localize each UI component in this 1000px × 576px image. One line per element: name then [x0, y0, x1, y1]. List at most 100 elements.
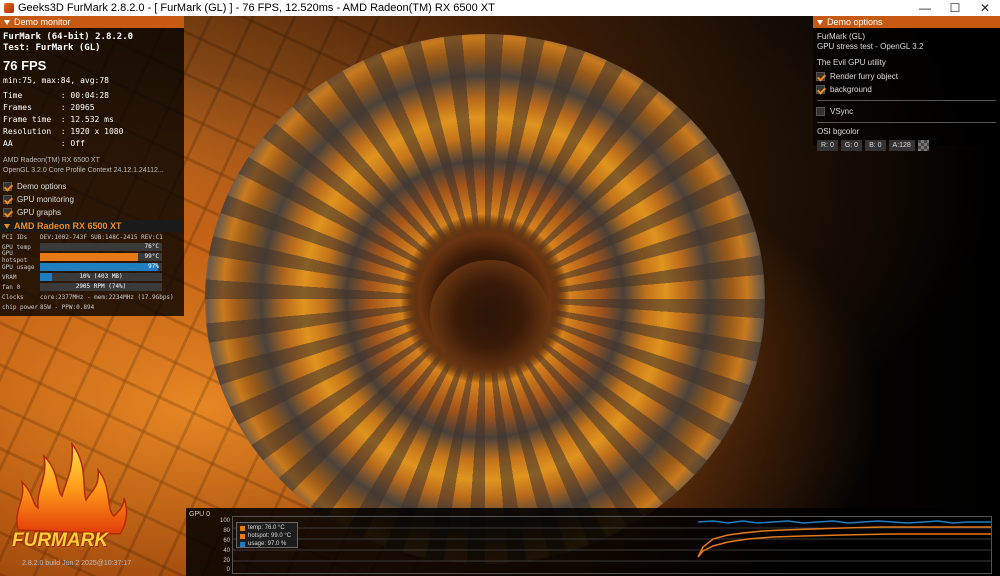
divider	[817, 122, 996, 123]
chip-power-row: chip power 85W - PPW:0.894	[0, 302, 184, 312]
title-bar: Geeks3D FurMark 2.8.2.0 - [ FurMark (GL)…	[0, 0, 1000, 16]
row-label: fan 0	[2, 283, 21, 291]
progress-text: 99°C	[144, 253, 159, 260]
demo-monitor-panel: Demo monitor FurMark (64-bit) 2.8.2.0 Te…	[0, 16, 184, 220]
progress-bar: 2905 RPM (74%)	[40, 283, 162, 291]
close-button[interactable]: ✕	[970, 0, 1000, 16]
gpu-monitor-panel: AMD Radeon RX 6500 XT PCI IDs DEV:1002-7…	[0, 220, 184, 316]
usage-series-line	[697, 520, 991, 524]
progress-text: 97%	[148, 263, 159, 270]
app-version-line: FurMark (64-bit) 2.8.2.0	[3, 32, 134, 42]
y-tick-label: 60	[223, 538, 230, 544]
gpu-name: AMD Radeon(TM) RX 6500 XT	[3, 157, 100, 164]
checkbox-label: VSync	[830, 107, 854, 116]
progress-bar: 76°C	[40, 243, 162, 251]
stat-resolution: Resolution : 1920 x 1080	[3, 127, 124, 136]
demo-options-panel: Demo options FurMark (GL) GPU stress tes…	[813, 16, 1000, 151]
demo-title: FurMark (GL)	[817, 32, 865, 41]
checkbox-background[interactable]: background	[813, 83, 1000, 96]
row-label: chip power	[2, 303, 39, 311]
pci-ids-row: PCI IDs DEV:1002-743F SUB:148C-2415 REV:…	[0, 232, 184, 242]
window-title: Geeks3D FurMark 2.8.2.0 - [ FurMark (GL)…	[18, 2, 495, 14]
row-label: GPU usage	[2, 263, 35, 271]
gpu-hotspot-row: GPU hotspot 99°C	[0, 250, 184, 264]
row-label: VRAM	[2, 273, 17, 281]
row-value: core:2377MHz - mem:2234MHz (17.9Gbps)	[40, 293, 174, 301]
graph-svg	[233, 520, 991, 562]
row-label: GPU hotspot	[2, 250, 28, 264]
progress-bar: 97%	[40, 263, 162, 271]
row-label: Clocks	[2, 293, 24, 301]
legend-item-hotspot: hotspot: 99.0 °C	[240, 532, 294, 540]
gpu-graph-plot	[232, 516, 992, 574]
osi-bgcolor-label: OSI bgcolor	[817, 127, 860, 136]
gpu-monitor-header[interactable]: AMD Radeon RX 6500 XT	[0, 220, 184, 232]
demo-options-header[interactable]: Demo options	[813, 16, 1000, 28]
checkbox-checked-icon[interactable]	[816, 72, 825, 81]
fps-readout: 76 FPS	[3, 58, 47, 73]
y-tick-label: 0	[226, 567, 230, 573]
osi-green-field[interactable]: G: 0	[840, 140, 863, 151]
graph-gridlines	[233, 527, 991, 562]
demo-subtitle: GPU stress test - OpenGL 3.2	[817, 42, 924, 51]
legend-swatch	[240, 541, 245, 547]
checkbox-checked-icon[interactable]	[3, 208, 12, 217]
osi-blue-field[interactable]: B: 0	[865, 140, 886, 151]
row-label: PCI IDs	[2, 233, 28, 241]
legend-label: temp: 76.0 °C	[248, 525, 285, 531]
checkbox-label: GPU monitoring	[17, 195, 74, 204]
legend-item-temp: temp: 76.0 °C	[240, 524, 294, 532]
torus-center-hole	[430, 260, 550, 370]
progress-text: 10% (403 MB)	[79, 273, 123, 280]
row-value: 85W - PPW:0.894	[40, 303, 95, 311]
progress-bar: 99°C	[40, 253, 162, 261]
legend-swatch	[240, 533, 245, 539]
legend-swatch	[240, 525, 245, 531]
demo-monitor-title: Demo monitor	[14, 17, 71, 27]
checkbox-checked-icon[interactable]	[3, 195, 12, 204]
fps-minmax: min:75, max:84, avg:78	[3, 76, 109, 85]
y-tick-label: 100	[219, 518, 230, 524]
y-tick-label: 20	[223, 558, 230, 564]
checkbox-checked-icon[interactable]	[816, 85, 825, 94]
maximize-button[interactable]: ☐	[940, 0, 970, 16]
checkbox-checked-icon[interactable]	[3, 182, 12, 191]
checkbox-unchecked-icon[interactable]	[816, 107, 825, 116]
build-info: 2.8.2.0 build Jun 2 2025@10:37:17	[22, 560, 132, 567]
checkbox-gpu-graphs[interactable]: GPU graphs	[0, 206, 184, 219]
graph-legend: temp: 76.0 °C hotspot: 99.0 °C usage: 97…	[236, 522, 298, 548]
checkbox-gpu-monitoring[interactable]: GPU monitoring	[0, 193, 184, 206]
progress-text: 2905 RPM (74%)	[75, 283, 127, 290]
test-name-line: Test: FurMark (GL)	[3, 43, 101, 53]
gpu-monitor-title: AMD Radeon RX 6500 XT	[14, 221, 122, 231]
checkbox-label: GPU graphs	[17, 208, 62, 217]
checkbox-demo-options[interactable]: Demo options	[0, 180, 184, 193]
clocks-row: Clocks core:2377MHz - mem:2234MHz (17.9G…	[0, 292, 184, 302]
furmark-app-icon	[4, 3, 14, 13]
minimize-button[interactable]: —	[910, 0, 940, 16]
checkbox-label: Demo options	[17, 182, 67, 191]
temp-series-line	[697, 533, 991, 558]
osi-alpha-field[interactable]: A:128	[888, 140, 915, 151]
divider	[817, 100, 996, 101]
legend-label: usage: 97.0 %	[248, 541, 287, 547]
collapse-arrow-icon	[4, 19, 10, 25]
legend-label: hotspot: 99.0 °C	[248, 533, 292, 539]
osi-red-field[interactable]: R: 0	[817, 140, 838, 151]
checkbox-label: Render furry object	[830, 72, 899, 81]
checkbox-render-furry-object[interactable]: Render furry object	[813, 70, 1000, 83]
graph-gpu-label: GPU 0	[189, 511, 211, 518]
y-tick-label: 80	[223, 528, 230, 534]
stat-aa: AA : Off	[3, 139, 85, 148]
gpu-graph-panel: GPU 0 100 80 60 40 20 0 temp: 76.0 °C ho…	[186, 508, 1000, 576]
stat-time: Time : 00:04:28	[3, 91, 109, 100]
demo-monitor-header[interactable]: Demo monitor	[0, 16, 184, 28]
stat-frame-time: Frame time : 12.532 ms	[3, 115, 114, 124]
vram-row: VRAM 10% (403 MB)	[0, 272, 184, 282]
color-preview-swatch[interactable]	[917, 140, 929, 151]
progress-bar: 10% (403 MB)	[40, 273, 162, 281]
furmark-logo-text: FURMARK	[12, 530, 109, 551]
hotspot-series-line	[697, 526, 991, 558]
fan-row: fan 0 2905 RPM (74%)	[0, 282, 184, 292]
checkbox-vsync[interactable]: VSync	[813, 105, 1000, 118]
